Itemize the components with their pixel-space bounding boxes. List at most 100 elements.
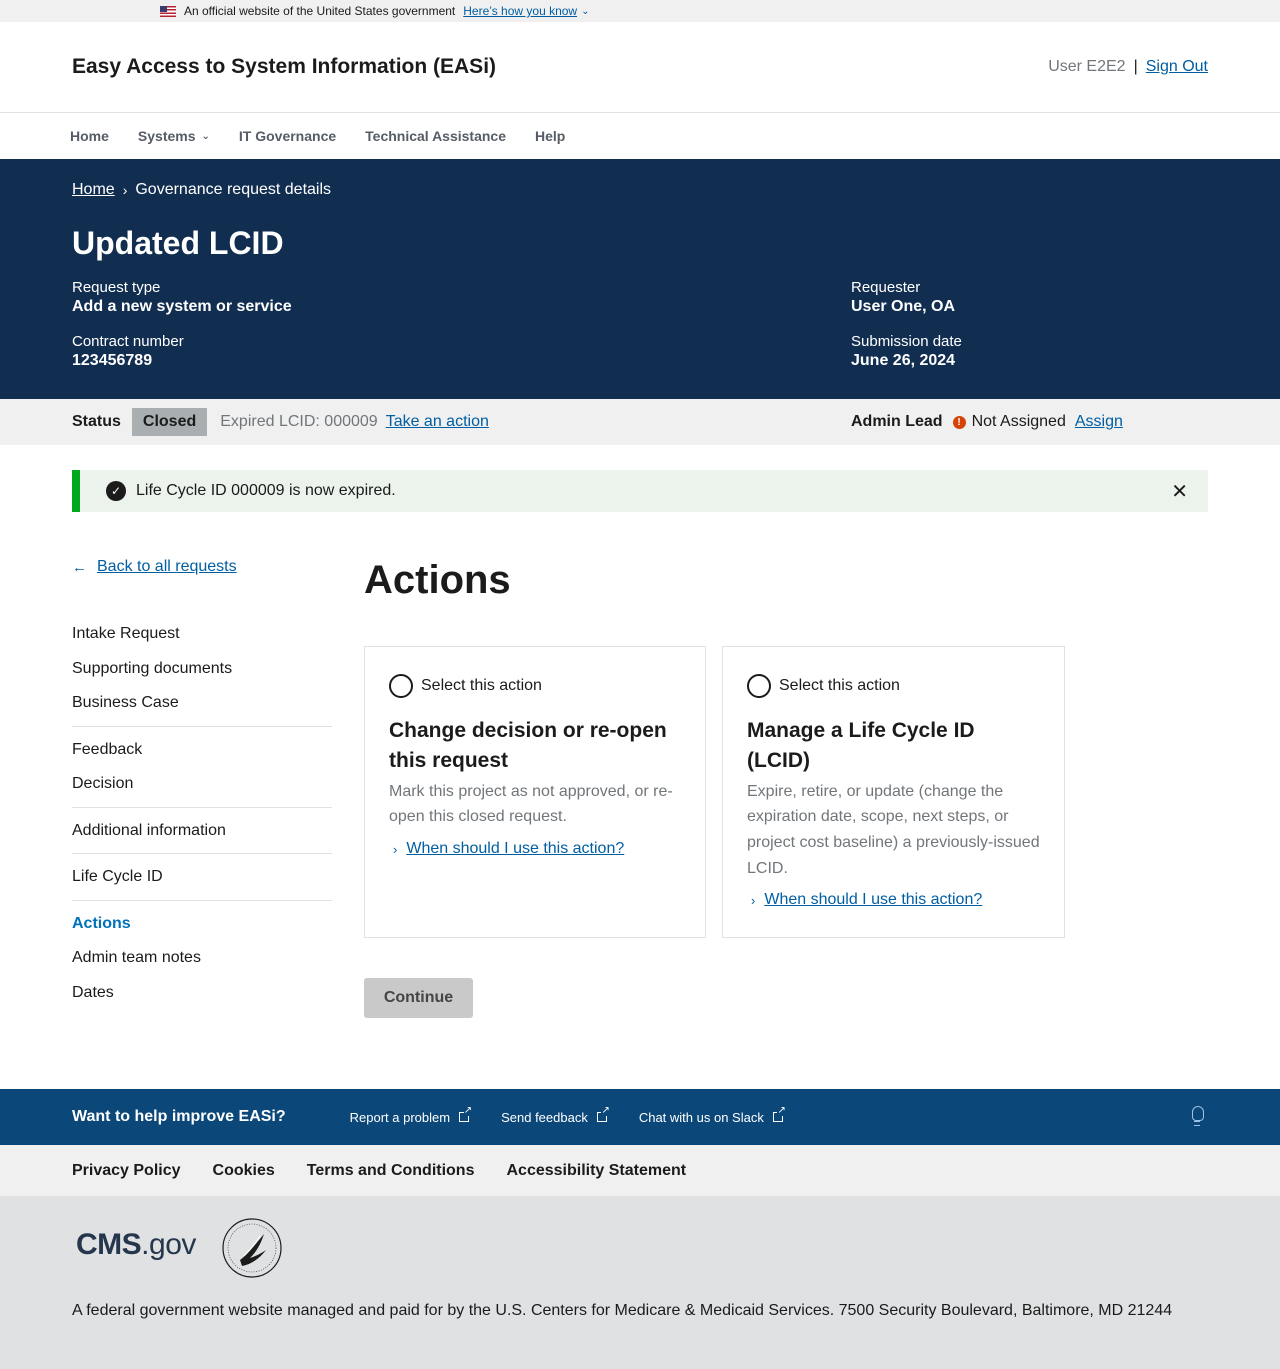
card-description: Expire, retire, or update (change the ex… <box>747 782 1040 877</box>
status-label: Status <box>72 413 121 430</box>
feedback-title: Want to help improve EASi? <box>72 1108 286 1125</box>
request-type-value: Add a new system or service <box>72 298 292 315</box>
admin-lead-label: Admin Lead <box>851 413 943 430</box>
action-radio[interactable] <box>389 674 413 698</box>
nav-technical-assistance[interactable]: Technical Assistance <box>365 128 506 144</box>
action-radio[interactable] <box>747 674 771 698</box>
user-area: User E2E2 | Sign Out <box>1048 58 1208 76</box>
lightbulb-icon <box>1192 1106 1204 1126</box>
submission-date-label: Submission date <box>851 333 962 350</box>
sidenav-additional-information[interactable]: Additional information <box>72 814 332 849</box>
chevron-down-icon[interactable]: ⌄ <box>581 6 589 17</box>
site-header: Easy Access to System Information (EASi)… <box>0 22 1280 113</box>
radio-label: Select this action <box>421 677 542 694</box>
chevron-down-icon: ⌄ <box>201 130 210 142</box>
cookies-link[interactable]: Cookies <box>213 1162 275 1180</box>
action-card-change-decision[interactable]: Select this action Change decision or re… <box>364 646 706 938</box>
report-problem-link[interactable]: Report a problem <box>349 1106 473 1125</box>
nav-help[interactable]: Help <box>535 128 565 144</box>
slack-label: Chat with us on Slack <box>638 1109 764 1125</box>
breadcrumb-home-link[interactable]: Home <box>72 181 115 199</box>
footer-text: A federal government website managed and… <box>72 1302 1173 1319</box>
when-to-use-label: When should I use this action? <box>764 891 983 909</box>
user-separator: | <box>1133 58 1138 75</box>
card-title: Change decision or re-open this request <box>389 719 667 773</box>
divider <box>72 899 332 901</box>
divider <box>72 806 332 808</box>
status-bar: Status Closed Expired LCID: 000009 Take … <box>0 399 1280 445</box>
gov-banner-text: An official website of the United States… <box>184 4 456 18</box>
breadcrumb: Home › Governance request details <box>72 181 1208 199</box>
slack-link[interactable]: Chat with us on Slack <box>638 1106 786 1125</box>
sign-out-link[interactable]: Sign Out <box>1146 58 1208 75</box>
contract-number-label: Contract number <box>72 333 184 350</box>
action-radio-row[interactable]: Select this action <box>747 674 1040 698</box>
warning-icon: ! <box>952 415 966 429</box>
success-alert: ✓ Life Cycle ID 000009 is now expired. ✕ <box>72 470 1208 512</box>
external-link-icon <box>459 1106 473 1122</box>
take-an-action-link[interactable]: Take an action <box>386 413 489 431</box>
arrow-left-icon: ← <box>72 558 87 576</box>
continue-button[interactable]: Continue <box>364 978 473 1018</box>
send-feedback-link[interactable]: Send feedback <box>501 1106 610 1125</box>
close-icon[interactable]: ✕ <box>1171 479 1188 504</box>
chevron-right-icon: › <box>751 892 756 908</box>
app-title[interactable]: Easy Access to System Information (EASi) <box>72 55 496 79</box>
contract-number-value: 123456789 <box>72 352 153 369</box>
sidenav-feedback[interactable]: Feedback <box>72 733 332 768</box>
when-to-use-toggle[interactable]: › When should I use this action? <box>389 840 681 858</box>
admin-lead-value: Not Assigned <box>971 413 1066 430</box>
request-type-label: Request type <box>72 279 161 296</box>
breadcrumb-current: Governance request details <box>135 181 332 198</box>
request-summary: Home › Governance request details Update… <box>0 159 1280 399</box>
external-link-icon <box>772 1106 786 1122</box>
terms-link[interactable]: Terms and Conditions <box>307 1162 475 1180</box>
actions-title: Actions <box>364 558 511 602</box>
sidenav-actions[interactable]: Actions <box>72 907 332 942</box>
divider <box>72 725 332 727</box>
requester-label: Requester <box>851 279 921 296</box>
nav-systems-label: Systems <box>137 128 196 144</box>
user-name: User E2E2 <box>1048 58 1126 75</box>
accessibility-link[interactable]: Accessibility Statement <box>506 1162 686 1180</box>
nav-it-governance[interactable]: IT Governance <box>239 128 336 144</box>
check-circle-icon: ✓ <box>106 481 126 501</box>
cms-logo: CMS.gov <box>76 1228 196 1261</box>
nav-systems[interactable]: Systems ⌄ <box>138 128 210 144</box>
admin-lead: Admin Lead ! Not Assigned Assign <box>851 399 1123 445</box>
when-to-use-toggle[interactable]: › When should I use this action? <box>747 891 1040 909</box>
privacy-policy-link[interactable]: Privacy Policy <box>72 1162 181 1180</box>
requester-value: User One, OA <box>851 298 956 315</box>
sidenav-decision[interactable]: Decision <box>72 767 332 802</box>
card-description: Mark this project as not approved, or re… <box>389 782 673 826</box>
action-card-manage-lcid[interactable]: Select this action Manage a Life Cycle I… <box>722 646 1065 938</box>
when-to-use-label: When should I use this action? <box>406 840 625 858</box>
nav-home[interactable]: Home <box>70 128 109 144</box>
back-to-all-requests-link[interactable]: ← Back to all requests <box>72 558 237 576</box>
page-title: Updated LCID <box>72 225 284 261</box>
assign-link[interactable]: Assign <box>1075 413 1123 431</box>
sidenav-dates[interactable]: Dates <box>72 976 332 1011</box>
chevron-right-icon: › <box>122 182 128 198</box>
chevron-right-icon: › <box>393 841 398 857</box>
radio-label: Select this action <box>779 677 900 694</box>
us-flag-icon <box>160 5 176 17</box>
sidenav-admin-team-notes[interactable]: Admin team notes <box>72 941 332 976</box>
action-radio-row[interactable]: Select this action <box>389 674 681 698</box>
policy-links: Privacy Policy Cookies Terms and Conditi… <box>0 1145 1280 1196</box>
hhs-seal-icon <box>222 1218 282 1278</box>
divider <box>72 853 332 854</box>
heres-how-you-know-link[interactable]: Here’s how you know <box>463 4 577 18</box>
sidenav-life-cycle-id[interactable]: Life Cycle ID <box>72 860 332 895</box>
feedback-bar: Want to help improve EASi? Report a prob… <box>0 1089 1280 1145</box>
gov-banner: An official website of the United States… <box>0 0 1280 22</box>
card-title: Manage a Life Cycle ID (LCID) <box>747 719 975 773</box>
main-nav: Home Systems ⌄ IT Governance Technical As… <box>0 113 1280 159</box>
sidenav-supporting-documents[interactable]: Supporting documents <box>72 652 332 687</box>
sidenav-intake-request[interactable]: Intake Request <box>72 617 332 652</box>
side-nav: Intake Request Supporting documents Busi… <box>72 617 332 1010</box>
request-meta-left: Request type Add a new system or service… <box>72 279 292 387</box>
expired-lcid-text: Expired LCID: 000009 <box>220 413 378 430</box>
sidenav-business-case[interactable]: Business Case <box>72 686 332 721</box>
report-problem-label: Report a problem <box>349 1109 451 1125</box>
